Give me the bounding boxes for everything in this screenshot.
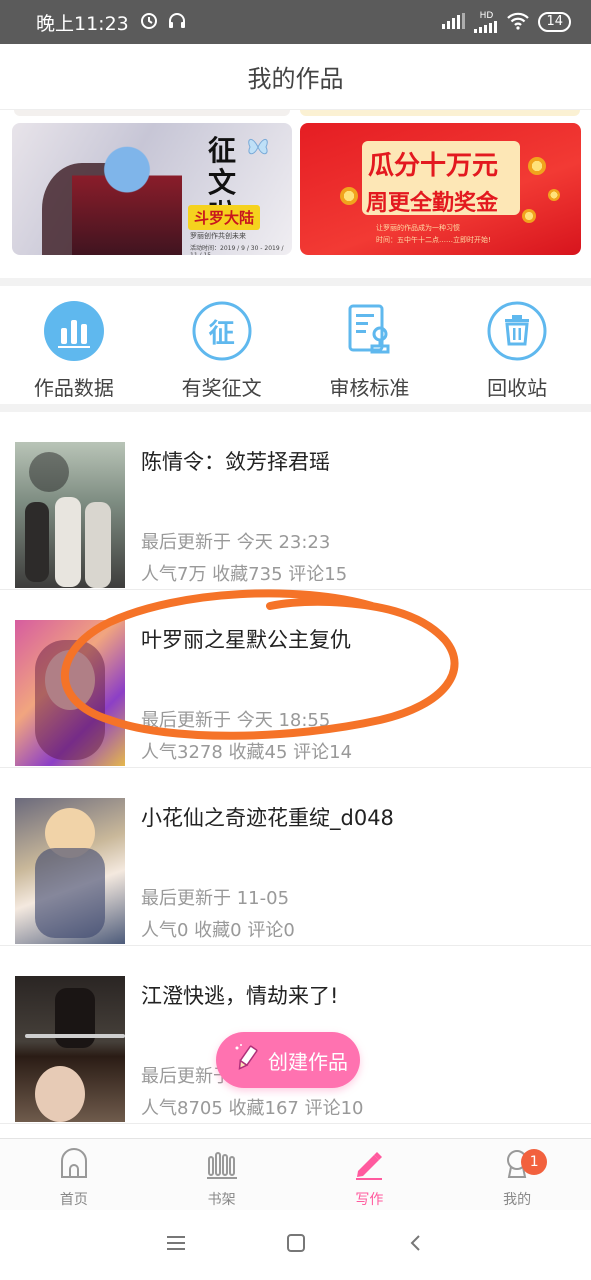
bonus-banner[interactable]: 瓜分十万元 周更全勤奖金 让罗丽的作品成为一种习惯 时间：五中午十二点……立即时… bbox=[300, 123, 581, 255]
quick-actions: 作品数据 征 有奖征文 审核标准 回收站 bbox=[0, 278, 591, 404]
contest-banner[interactable]: 征文啦 斗罗大陆 罗丽创作共创未来 活动时间：2019 / 9 / 30 - 2… bbox=[12, 123, 292, 255]
page-header: 我的作品 bbox=[0, 44, 591, 110]
banner-character-image bbox=[72, 133, 182, 255]
coin-icon bbox=[340, 187, 358, 205]
create-work-label: 创建作品 bbox=[268, 1049, 348, 1074]
banner-caption: 让罗丽的作品成为一种习惯 bbox=[376, 224, 460, 232]
hd-signal-icon: HD bbox=[474, 10, 498, 33]
headphone-icon bbox=[167, 10, 187, 34]
action-recycle-bin[interactable]: 回收站 bbox=[443, 286, 591, 404]
home-square-icon[interactable] bbox=[286, 1233, 306, 1257]
bar-chart-icon bbox=[43, 300, 105, 362]
tab-write[interactable]: 写作 bbox=[296, 1139, 444, 1210]
tab-label: 书架 bbox=[207, 1192, 236, 1208]
back-icon[interactable] bbox=[406, 1233, 426, 1257]
contest-glyph: 征 bbox=[208, 318, 235, 349]
coin-icon bbox=[528, 157, 546, 175]
bottom-tab-bar: 首页 书架 写作 1 我的 bbox=[0, 1138, 591, 1210]
banner-carousel[interactable]: 征文啦 斗罗大陆 罗丽创作共创未来 活动时间：2019 / 9 / 30 - 2… bbox=[0, 110, 591, 270]
signal-icon bbox=[442, 12, 466, 32]
trash-icon bbox=[486, 300, 548, 362]
work-cover-image bbox=[15, 976, 125, 1122]
status-time: 晚上11:23 bbox=[36, 12, 129, 35]
work-stats: 人气8705 收藏167 评论10 bbox=[141, 1098, 364, 1119]
action-label: 审核标准 bbox=[329, 376, 410, 400]
work-title: 小花仙之奇迹花重绽_d048 bbox=[141, 806, 394, 830]
list-item[interactable]: 叶罗丽之星默公主复仇 最后更新于 今天 18:55 人气3278 收藏45 评论… bbox=[0, 590, 591, 768]
action-contest[interactable]: 征 有奖征文 bbox=[148, 286, 296, 404]
work-stats: 人气3278 收藏45 评论14 bbox=[141, 742, 353, 763]
network-label: HD bbox=[479, 10, 494, 21]
works-list: 陈情令：敛芳择君瑶 最后更新于 今天 23:23 人气7万 收藏735 评论15… bbox=[0, 412, 591, 1124]
action-work-data[interactable]: 作品数据 bbox=[0, 286, 148, 404]
tab-home[interactable]: 首页 bbox=[0, 1139, 148, 1210]
tab-label: 写作 bbox=[355, 1192, 384, 1208]
system-navigation-bar bbox=[0, 1210, 591, 1280]
banner-date: 活动时间：2019 / 9 / 30 - 2019 / 11 / 15 bbox=[190, 245, 284, 255]
work-updated-time: 最后更新于 今天 18:55 bbox=[141, 710, 331, 731]
tab-label: 首页 bbox=[59, 1192, 88, 1208]
banner-tag: 斗罗大陆 bbox=[188, 205, 261, 230]
work-cover-image bbox=[15, 442, 125, 588]
status-bar: 晚上11:23 HD 14 bbox=[0, 0, 591, 44]
page-title: 我的作品 bbox=[247, 65, 344, 93]
banner-caption: 罗丽创作共创未来 bbox=[190, 232, 246, 240]
contest-icon: 征 bbox=[191, 300, 253, 362]
action-label: 回收站 bbox=[487, 376, 548, 400]
tab-bookshelf[interactable]: 书架 bbox=[148, 1139, 296, 1210]
work-stats: 人气0 收藏0 评论0 bbox=[141, 920, 295, 941]
review-standard-icon bbox=[338, 300, 400, 362]
work-updated-time: 最后更新于 今天 23:23 bbox=[141, 532, 331, 553]
list-item[interactable]: 陈情令：敛芳择君瑶 最后更新于 今天 23:23 人气7万 收藏735 评论15 bbox=[0, 412, 591, 590]
notification-badge: 1 bbox=[521, 1149, 548, 1175]
work-stats: 人气7万 收藏735 评论15 bbox=[141, 564, 348, 585]
action-label: 作品数据 bbox=[33, 376, 114, 400]
work-cover-image bbox=[15, 620, 125, 766]
menu-icon[interactable] bbox=[166, 1234, 186, 1256]
battery-indicator: 14 bbox=[538, 12, 571, 32]
alarm-icon bbox=[139, 10, 159, 34]
banner-caption: 时间：五中午十二点……立即时开始! bbox=[376, 236, 491, 244]
home-icon bbox=[57, 1147, 91, 1185]
tab-label: 我的 bbox=[503, 1192, 532, 1208]
create-work-button[interactable]: 创建作品 bbox=[216, 1032, 360, 1088]
work-title: 陈情令：敛芳择君瑶 bbox=[141, 450, 330, 474]
coin-icon bbox=[548, 189, 560, 201]
butterfly-icon bbox=[248, 139, 268, 155]
banner-subtitle: 周更全勤奖金 bbox=[366, 191, 499, 216]
tab-profile[interactable]: 1 我的 bbox=[443, 1139, 591, 1210]
pen-icon bbox=[352, 1147, 386, 1185]
coin-icon bbox=[522, 209, 536, 223]
bookshelf-icon bbox=[205, 1147, 239, 1185]
work-title: 江澄快逃，情劫来了! bbox=[141, 984, 339, 1008]
action-label: 有奖征文 bbox=[181, 376, 262, 400]
work-title: 叶罗丽之星默公主复仇 bbox=[141, 628, 351, 652]
work-cover-image bbox=[15, 798, 125, 944]
work-updated-time: 最后更新于 11-05 bbox=[141, 888, 290, 909]
banner-title: 瓜分十万元 bbox=[368, 151, 499, 181]
list-item[interactable]: 小花仙之奇迹花重绽_d048 最后更新于 11-05 人气0 收藏0 评论0 bbox=[0, 768, 591, 946]
action-review-standard[interactable]: 审核标准 bbox=[296, 286, 444, 404]
pencil-icon bbox=[232, 1043, 262, 1077]
wifi-icon bbox=[506, 12, 530, 33]
